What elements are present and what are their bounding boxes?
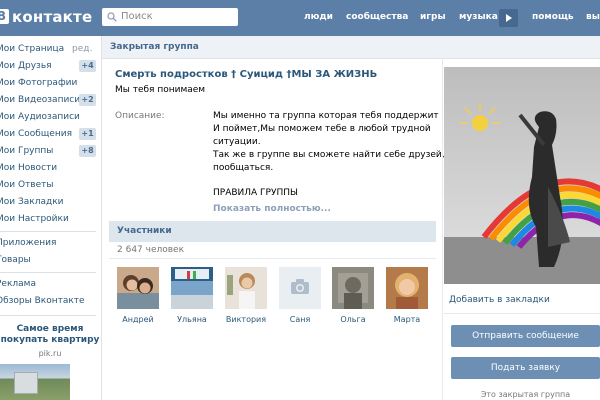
ad-title-line: Самое время [16, 324, 84, 334]
group-status: Мы тебя понимаем [115, 85, 206, 95]
sidebar-item-audio[interactable]: Мои Аудиозаписи [0, 109, 96, 125]
search-input[interactable]: Поиск [102, 8, 238, 26]
sidebar-divider [0, 231, 96, 232]
member-avatar[interactable] [171, 267, 213, 309]
send-message-button[interactable]: Отправить сообщение [451, 325, 600, 347]
sidebar-item-ads[interactable]: Реклама [0, 276, 96, 292]
member-card[interactable]: Ольга [332, 267, 374, 329]
play-icon[interactable] [499, 9, 518, 27]
nav-people[interactable]: люди [304, 12, 333, 22]
description-line: пообщаться. [213, 163, 274, 173]
sidebar-divider [0, 315, 96, 316]
closed-group-note: Это закрытая группа [480, 390, 571, 399]
member-name[interactable]: Ольга [322, 315, 384, 324]
nav-help[interactable]: помощь [532, 12, 574, 22]
videos-badge[interactable]: +2 [79, 94, 96, 106]
breadcrumb: Закрытая группа [102, 36, 600, 59]
description-line: Так же в группе вы сможете найти себе др… [213, 150, 451, 160]
vk-logo-icon[interactable]: В [0, 9, 9, 24]
member-avatar[interactable] [386, 267, 428, 309]
friends-badge[interactable]: +4 [79, 60, 96, 72]
sidebar-item-photos[interactable]: Мои Фотографии [0, 75, 96, 91]
members-divider [109, 258, 436, 259]
ad-source[interactable]: pik.ru [0, 349, 100, 358]
messages-badge[interactable]: +1 [79, 128, 96, 140]
member-card[interactable]: Марта [386, 267, 428, 329]
member-name[interactable]: Ульяна [161, 315, 223, 324]
sidebar-border [101, 36, 102, 400]
show-more-link[interactable]: Показать полностью... [213, 204, 331, 214]
member-avatar[interactable] [225, 267, 267, 309]
nav-communities[interactable]: сообщества [346, 12, 408, 22]
submit-request-button[interactable]: Подать заявку [451, 357, 600, 379]
add-to-bookmarks-link[interactable]: Добавить в закладки [449, 295, 550, 305]
sidebar-item-reviews[interactable]: Обзоры Вконтакте [0, 293, 96, 309]
top-header: В контакте Поиск люди сообщества игры му… [0, 0, 600, 36]
members-count[interactable]: 2 647 человек [117, 245, 184, 255]
page-title: Смерть подростков † Суицид †МЫ ЗА ЖИЗНЬ [115, 69, 378, 80]
description-line: ситуации. [213, 137, 261, 147]
groups-badge[interactable]: +8 [79, 145, 96, 157]
camera-placeholder-icon[interactable] [279, 267, 321, 309]
sidebar-item-goods[interactable]: Товары [0, 252, 96, 268]
ad-building-image [14, 372, 38, 394]
members-title: Участники [117, 226, 172, 236]
member-name[interactable]: Виктория [215, 315, 277, 324]
sidebar-item-apps[interactable]: Приложения [0, 235, 96, 251]
ad-title-line: покупать квартиру [0, 335, 100, 345]
nav-logout[interactable]: вы [586, 12, 600, 22]
sidebar-item-settings[interactable]: Мои Настройки [0, 211, 96, 227]
search-placeholder: Поиск [121, 11, 153, 22]
description-line: И поймет,Мы поможем тебе в любой трудной [213, 124, 431, 134]
sidebar-item-my-page[interactable]: Мои Страница [0, 41, 96, 57]
member-avatar[interactable] [332, 267, 374, 309]
breadcrumb-label: Закрытая группа [110, 42, 199, 52]
member-name[interactable]: Андрей [107, 315, 169, 324]
search-icon [107, 12, 117, 22]
nav-music[interactable]: музыка [459, 12, 498, 22]
description-line: Мы именно та группа которая тебя поддерж… [213, 111, 439, 121]
sidebar-item-news[interactable]: Мои Новости [0, 160, 96, 176]
member-name[interactable]: Марта [376, 315, 438, 324]
vk-logo-text[interactable]: контакте [12, 8, 92, 26]
ad-title[interactable]: Самое время покупать квартиру [0, 324, 100, 346]
sidebar-divider [0, 272, 96, 273]
right-divider [444, 313, 600, 314]
members-header[interactable]: Участники [109, 221, 436, 242]
member-card[interactable]: Виктория [225, 267, 267, 329]
sidebar-item-bookmarks[interactable]: Мои Закладки [0, 194, 96, 210]
member-card[interactable]: Ульяна [171, 267, 213, 329]
group-avatar[interactable] [444, 67, 600, 284]
right-column-border [442, 58, 443, 400]
member-card[interactable]: Андрей [117, 267, 159, 329]
member-card[interactable]: Саня [279, 267, 321, 329]
description-label: Описание: [115, 111, 165, 121]
nav-games[interactable]: игры [420, 12, 446, 22]
description-line: ПРАВИЛА ГРУППЫ [213, 188, 298, 198]
member-avatar[interactable] [117, 267, 159, 309]
sidebar-item-answers[interactable]: Мои Ответы [0, 177, 96, 193]
